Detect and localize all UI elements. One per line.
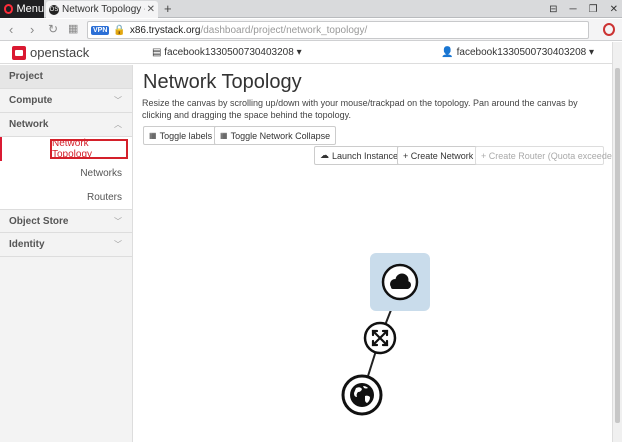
user-icon: 👤 — [441, 47, 457, 58]
sidebar-project[interactable]: Project — [0, 65, 132, 89]
new-tab-button[interactable]: + — [164, 1, 172, 16]
sidebar-project-label: Project — [9, 71, 43, 82]
url-domain: x86.trystack.org — [129, 24, 201, 36]
url-path: /dashboard/project/network_topology/ — [200, 24, 368, 36]
vpn-badge[interactable]: VPN — [91, 25, 110, 35]
sidebar-identity[interactable]: Identity ﹀ — [0, 233, 132, 257]
project-selector-label: facebook1330500730403208 ▾ — [164, 47, 302, 58]
openstack-logo-icon — [12, 45, 26, 60]
address-bar[interactable]: VPN 🔒 x86.trystack.org /dashboard/projec… — [87, 21, 589, 39]
project-selector-icon: ▤ — [152, 47, 165, 58]
openstack-logo[interactable]: openstack — [12, 45, 89, 60]
sidebar-identity-label: Identity — [9, 239, 45, 250]
browser-menu-button[interactable]: Menu — [0, 0, 44, 18]
scrollbar-thumb[interactable] — [615, 68, 620, 423]
sidebar-item-networks[interactable]: Networks — [0, 161, 132, 185]
tab-title: Network Topology - Ope — [62, 4, 145, 15]
browser-menu-label: Menu — [16, 3, 44, 15]
sidebar-compute[interactable]: Compute ﹀ — [0, 89, 132, 113]
sidebar-network[interactable]: Network ︿ — [0, 113, 132, 137]
chevron-down-icon: ﹀ — [114, 96, 122, 105]
chevron-down-icon: ﹀ — [114, 240, 122, 249]
browser-nav-bar: ‹ › ↻ ▦ VPN 🔒 x86.trystack.org /dashboar… — [0, 19, 622, 41]
page-scrollbar[interactable] — [612, 42, 622, 442]
browser-tab[interactable]: OS Network Topology - Ope ✕ — [46, 1, 158, 18]
window-minimize-icon[interactable]: ─ — [570, 4, 577, 15]
user-menu[interactable]: 👤 facebook1330500730403208 ▾ — [441, 47, 594, 58]
sidebar-compute-label: Compute — [9, 95, 53, 106]
window-maximize-icon[interactable]: ❐ — [589, 4, 598, 15]
sidebar-item-label: Networks — [80, 167, 122, 179]
sidebar: Project Compute ﹀ Network ︿ Network Topo… — [0, 65, 133, 442]
sidebar-network-label: Network — [9, 119, 49, 130]
chevron-down-icon: ﹀ — [114, 216, 122, 226]
network-node[interactable] — [341, 374, 383, 416]
sidebar-item-network-topology[interactable]: Network Topology — [0, 137, 132, 161]
sidebar-object-store-label: Object Store — [9, 215, 69, 227]
sidebar-item-label: Network Topology — [52, 138, 93, 160]
window-close-icon[interactable]: ✕ — [610, 4, 618, 15]
opera-logo-icon — [4, 4, 14, 14]
sidebar-item-label: Routers — [86, 191, 122, 203]
main-content: Network Topology Resize the canvas by sc… — [134, 65, 620, 442]
chevron-up-icon: ︿ — [114, 120, 122, 129]
sidebar-object-store[interactable]: Object Store ﹀ — [0, 209, 132, 233]
logo-text: openstack — [30, 45, 90, 60]
app-header: openstack ▤ facebook1330500730403208 ▾ 👤… — [0, 42, 612, 64]
reload-icon[interactable]: ↻ — [48, 22, 58, 36]
project-selector[interactable]: ▤ facebook1330500730403208 ▾ — [152, 47, 302, 58]
lock-icon[interactable]: 🔒 — [113, 25, 125, 36]
tab-favicon-icon: OS — [49, 4, 59, 15]
user-menu-label: facebook1330500730403208 ▾ — [456, 47, 594, 58]
window-controls: ⊟ ─ ❐ ✕ — [549, 0, 618, 18]
active-highlight: Network Topology — [50, 138, 128, 160]
speed-dial-icon[interactable]: ▦ — [68, 22, 78, 35]
opera-sidebar-icon[interactable] — [603, 23, 615, 36]
sidebar-item-routers[interactable]: Routers — [0, 185, 132, 209]
forward-icon[interactable]: › — [30, 22, 34, 37]
browser-tab-bar: Menu OS Network Topology - Ope ✕ + ⊟ ─ ❐… — [0, 0, 622, 18]
tab-close-icon[interactable]: ✕ — [147, 4, 155, 15]
window-filter-icon[interactable]: ⊟ — [549, 4, 557, 15]
back-icon[interactable]: ‹ — [9, 22, 13, 37]
router-node[interactable] — [363, 321, 397, 355]
globe-icon — [350, 383, 374, 407]
external-network-node[interactable] — [370, 253, 430, 311]
topology-canvas[interactable] — [134, 65, 612, 442]
